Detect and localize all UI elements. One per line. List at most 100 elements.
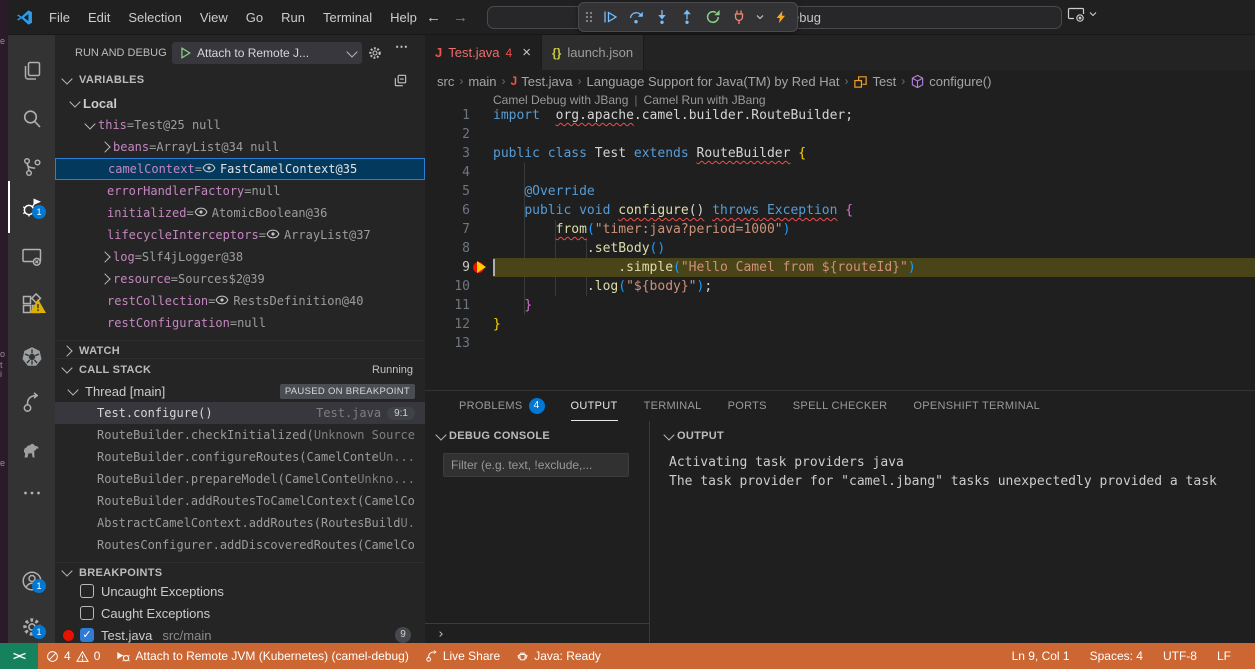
status-encoding[interactable]: UTF-8 — [1153, 643, 1207, 669]
layout-control[interactable] — [1067, 6, 1099, 22]
panel-tab-ports[interactable]: PORTS — [728, 391, 767, 421]
menu-selection[interactable]: Selection — [119, 6, 190, 30]
screencast-icon[interactable] — [1067, 6, 1085, 22]
menu-terminal[interactable]: Terminal — [314, 6, 381, 30]
breadcrumb-item[interactable]: configure() — [910, 74, 991, 89]
menu-help[interactable]: Help — [381, 6, 426, 30]
stack-frame-row[interactable]: RoutesConfigurer.addDiscoveredRoutes(Cam… — [55, 534, 425, 556]
stack-frame-row[interactable]: AbstractCamelContext.addRoutes(RoutesBui… — [55, 512, 425, 534]
panel-tab-spell-checker[interactable]: SPELL CHECKER — [793, 391, 888, 421]
line-number[interactable]: 1 — [425, 106, 470, 125]
problems-status[interactable]: 4 0 — [38, 643, 108, 669]
variable-row-lifecycleinterceptors[interactable]: lifecycleInterceptors = ArrayList@37 — [55, 224, 425, 246]
lazy-value-slot[interactable] — [215, 293, 233, 310]
output-header[interactable]: OUTPUT — [651, 425, 1255, 447]
status-eol[interactable]: LF — [1207, 643, 1241, 669]
line-number[interactable]: 13 — [425, 334, 470, 353]
variable-row-errorhandlerfactory[interactable]: errorHandlerFactory = null — [55, 180, 425, 202]
menu-run[interactable]: Run — [272, 6, 314, 30]
gutter-slot[interactable] — [470, 296, 493, 315]
eye-icon[interactable] — [215, 293, 229, 307]
hot-code-replace-bolt-button[interactable] — [770, 5, 792, 29]
line-number[interactable]: 12 — [425, 315, 470, 334]
codelens-camel-run-link[interactable]: Camel Run with JBang — [644, 93, 766, 107]
tab-test-java[interactable]: J Test.java 4 × — [425, 35, 542, 70]
gutter-slot[interactable] — [470, 182, 493, 201]
launch-config-dropdown[interactable]: Attach to Remote J... — [172, 42, 362, 64]
tab-launch-json[interactable]: {} launch.json — [542, 35, 644, 70]
debug-continue-button[interactable] — [599, 5, 621, 29]
breadcrumb-item[interactable]: main — [468, 74, 496, 89]
debug-step-out-button[interactable] — [677, 5, 699, 29]
code-line-1[interactable]: 1import org.apache.camel.builder.RouteBu… — [425, 106, 1255, 125]
java-status[interactable]: Java: Ready — [508, 643, 609, 669]
stack-frame-row[interactable]: RouteBuilder.addRoutesToCamelContext(Cam… — [55, 490, 425, 512]
variable-row-this[interactable]: this = Test@25 null — [55, 114, 425, 136]
status-cursor-position[interactable]: Ln 9, Col 1 — [1002, 643, 1080, 669]
code-line-9[interactable]: 9 .simple("Hello Camel from ${routeId}") — [425, 258, 1255, 277]
code-line-6[interactable]: 6 public void configure() throws Excepti… — [425, 201, 1255, 220]
breakpoint-row[interactable]: ✓Test.javasrc/main9 — [55, 624, 425, 643]
variable-row-restconfiguration[interactable]: restConfiguration = null — [55, 312, 425, 334]
line-number[interactable]: 3 — [425, 144, 470, 163]
breakpoints-section-header[interactable]: BREAKPOINTS — [55, 562, 425, 582]
activity-search[interactable] — [8, 97, 55, 141]
debug-console-repl-input[interactable]: › — [425, 623, 650, 644]
variable-row-initialized[interactable]: initialized = AtomicBoolean@36 — [55, 202, 425, 224]
chevron-down-icon[interactable] — [1087, 8, 1099, 20]
variable-row-restcollection[interactable]: restCollection = RestsDefinition@40 — [55, 290, 425, 312]
call-stack-section-header[interactable]: CALL STACK Running — [55, 358, 425, 380]
line-number[interactable]: 7 — [425, 220, 470, 239]
eye-icon[interactable] — [202, 161, 216, 175]
stack-frame-row[interactable]: RouteBuilder.checkInitialized()Unknown S… — [55, 424, 425, 446]
more-actions-icon[interactable]: ⋯ — [395, 39, 408, 55]
code-line-10[interactable]: 10 .log("${body}"); — [425, 277, 1255, 296]
code-line-3[interactable]: 3public class Test extends RouteBuilder … — [425, 144, 1255, 163]
activity-source-control[interactable] — [8, 145, 55, 189]
stack-frame-row[interactable]: RouteBuilder.prepareModel(CamelContext)U… — [55, 468, 425, 490]
code-line-2[interactable]: 2 — [425, 125, 1255, 144]
chevron-down-button[interactable] — [754, 5, 766, 29]
gutter-slot[interactable] — [470, 315, 493, 334]
code-line-8[interactable]: 8 .setBody() — [425, 239, 1255, 258]
remote-indicator[interactable]: >< — [0, 643, 38, 669]
gutter-slot[interactable] — [470, 258, 493, 277]
panel-tab-problems[interactable]: PROBLEMS4 — [459, 391, 545, 421]
start-debug-icon[interactable] — [178, 46, 192, 60]
code-area[interactable]: 1import org.apache.camel.builder.RouteBu… — [425, 106, 1255, 390]
codelens-camel-debug-link[interactable]: Camel Debug with JBang — [493, 93, 628, 107]
panel-tab-openshift-terminal[interactable]: OPENSHIFT TERMINAL — [913, 391, 1040, 421]
gutter-slot[interactable] — [470, 144, 493, 163]
menu-edit[interactable]: Edit — [79, 6, 119, 30]
gutter-slot[interactable] — [470, 163, 493, 182]
eye-icon[interactable] — [266, 227, 280, 241]
breakpoint-row[interactable]: Caught Exceptions — [55, 602, 425, 624]
menu-view[interactable]: View — [191, 6, 237, 30]
debug-console-header[interactable]: DEBUG CONSOLE — [425, 425, 649, 447]
code-line-12[interactable]: 12} — [425, 315, 1255, 334]
breadcrumb-item[interactable]: Language Support for Java(TM) by Red Hat — [587, 74, 840, 89]
nav-back-icon[interactable]: ← — [426, 9, 441, 26]
code-line-5[interactable]: 5 @Override — [425, 182, 1255, 201]
debug-console-filter-input[interactable] — [443, 453, 629, 477]
gutter-slot[interactable] — [470, 125, 493, 144]
activity-camel[interactable] — [8, 427, 55, 471]
gutter-slot[interactable] — [470, 201, 493, 220]
gutter-slot[interactable] — [470, 106, 493, 125]
debug-restart-button[interactable] — [702, 5, 724, 29]
activity-more[interactable] — [8, 471, 55, 515]
variable-row-log[interactable]: log = Slf4jLogger@38 — [55, 246, 425, 268]
breakpoint-checkbox[interactable] — [80, 584, 94, 598]
activity-explorer[interactable] — [8, 49, 55, 93]
activity-live-share[interactable] — [8, 381, 55, 425]
code-line-4[interactable]: 4 — [425, 163, 1255, 182]
variable-row-beans[interactable]: beans = ArrayList@34 null — [55, 136, 425, 158]
activity-remote-explorer[interactable] — [8, 235, 55, 279]
live-share-status[interactable]: Live Share — [417, 643, 508, 669]
stack-frame-row[interactable]: Test.configure()Test.java9:1 — [55, 402, 425, 424]
code-line-7[interactable]: 7 from("timer:java?period=1000") — [425, 220, 1255, 239]
activity-accounts[interactable] — [8, 559, 55, 603]
variables-section-header[interactable]: VARIABLES — [55, 70, 425, 90]
panel-tab-terminal[interactable]: TERMINAL — [644, 391, 702, 421]
line-number[interactable]: 2 — [425, 125, 470, 144]
